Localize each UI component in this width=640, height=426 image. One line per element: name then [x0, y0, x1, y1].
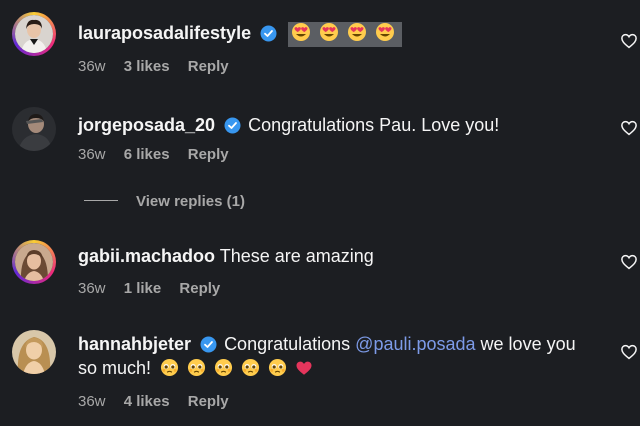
reply-button[interactable]: Reply: [188, 58, 229, 75]
avatar[interactable]: [12, 12, 56, 56]
comment-time: 36w: [78, 280, 106, 297]
comment-time: 36w: [78, 58, 106, 75]
comment-time: 36w: [78, 146, 106, 163]
comment-text: Congratulations: [224, 334, 351, 354]
like-heart-icon[interactable]: [620, 253, 638, 271]
comment-text: Congratulations Pau. Love you!: [248, 115, 500, 135]
red-heart-icon: [295, 359, 313, 382]
avatar[interactable]: [12, 107, 56, 151]
heart-eyes-icon: [291, 22, 311, 47]
pleading-face-icon: [268, 358, 287, 382]
pleading-face-icon: [241, 358, 260, 382]
comment-meta: 36w 3 likes Reply: [78, 58, 243, 75]
pleading-face-icon: [187, 358, 206, 382]
verified-badge-icon: [224, 117, 241, 139]
avatar[interactable]: [12, 330, 56, 374]
comment-text: so much!: [78, 358, 152, 378]
verified-badge-icon: [260, 25, 277, 47]
comment-username[interactable]: lauraposadalifestyle: [78, 23, 251, 43]
comment-likes[interactable]: 3 likes: [124, 58, 170, 75]
comment-username[interactable]: gabii.machadoo: [78, 246, 215, 266]
pleading-face-icon: [214, 358, 233, 382]
pleading-face-icon: [160, 358, 179, 382]
verified-badge-icon: [200, 336, 217, 358]
comments-panel: lauraposadalifestyle 36w 3 likes Reply j…: [0, 0, 640, 426]
reply-button[interactable]: Reply: [188, 146, 229, 163]
comment-meta: 36w 1 like Reply: [78, 280, 234, 297]
comment-likes[interactable]: 1 like: [124, 280, 162, 297]
heart-eyes-icon: [319, 22, 339, 47]
comment-likes[interactable]: 6 likes: [124, 146, 170, 163]
comment-username[interactable]: jorgeposada_20: [78, 115, 215, 135]
avatar[interactable]: [12, 240, 56, 284]
like-heart-icon[interactable]: [620, 343, 638, 361]
comment-meta: 36w 6 likes Reply: [78, 146, 243, 163]
view-replies-button[interactable]: View replies (1): [84, 193, 245, 210]
view-replies-label: View replies (1): [136, 193, 245, 210]
view-replies-divider: [84, 200, 118, 201]
comment-text: These are amazing: [219, 246, 374, 266]
comment-time: 36w: [78, 393, 106, 410]
mention-link[interactable]: @pauli.posada: [355, 334, 475, 354]
reply-button[interactable]: Reply: [179, 280, 220, 297]
like-heart-icon[interactable]: [620, 119, 638, 137]
heart-eyes-icon: [347, 22, 367, 47]
comment-username[interactable]: hannahbjeter: [78, 334, 191, 354]
comment-emoji-text: [288, 22, 403, 47]
comment-meta: 36w 4 likes Reply: [78, 393, 243, 410]
comment-text: we love you: [480, 334, 576, 354]
like-heart-icon[interactable]: [620, 32, 638, 50]
heart-eyes-icon: [375, 22, 395, 47]
reply-button[interactable]: Reply: [188, 393, 229, 410]
comment-likes[interactable]: 4 likes: [124, 393, 170, 410]
